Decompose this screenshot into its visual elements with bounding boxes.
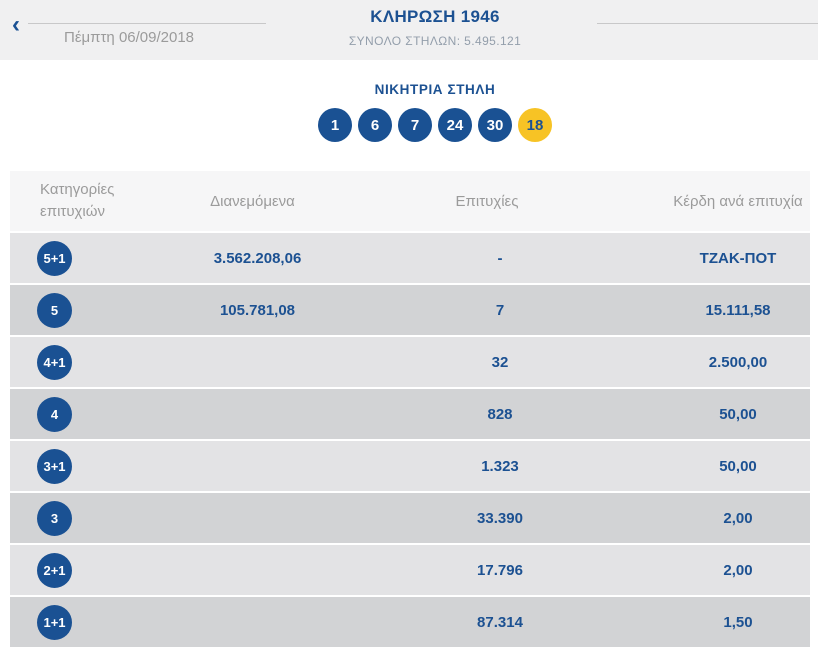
wins-value: - bbox=[497, 249, 503, 267]
category-badge-cell: 3+1 bbox=[10, 448, 105, 484]
category-badge: 1+1 bbox=[37, 604, 72, 640]
winning-numbers: 1 6 7 24 30 18 bbox=[52, 108, 818, 142]
joker-number-ball: 18 bbox=[518, 108, 552, 142]
wins-value: 17.796 bbox=[477, 561, 523, 579]
total-columns-label: ΣΥΝΟΛΟ ΣΤΗΛΩΝ: 5.495.121 bbox=[348, 34, 522, 48]
table-row: 2+1 17.796 2,00 bbox=[10, 545, 810, 595]
winnings-value: 1,50 bbox=[723, 613, 753, 631]
distributed-value: 105.781,08 bbox=[219, 301, 296, 319]
results-rows: 5+1 3.562.208,06 - ΤΖΑΚ-ΠΟΤ 5 105.781,08… bbox=[10, 233, 810, 647]
category-badge-cell: 3 bbox=[10, 500, 105, 536]
category-badge: 5 bbox=[37, 292, 72, 328]
wins-value: 1.323 bbox=[481, 457, 519, 475]
category-badge-cell: 2+1 bbox=[10, 552, 105, 588]
category-badge: 3+1 bbox=[37, 448, 72, 484]
back-chevron-icon[interactable]: ‹ bbox=[12, 13, 20, 37]
table-row: 4 828 50,00 bbox=[10, 389, 810, 439]
wins-value: 87.314 bbox=[477, 613, 523, 631]
table-row: 3+1 1.323 50,00 bbox=[10, 441, 810, 491]
table-row: 3 33.390 2,00 bbox=[10, 493, 810, 543]
category-badge-cell: 4 bbox=[10, 396, 105, 432]
table-row: 1+1 87.314 1,50 bbox=[10, 597, 810, 647]
number-ball: 24 bbox=[438, 108, 472, 142]
wins-value: 7 bbox=[495, 301, 505, 319]
winnings-value: 50,00 bbox=[719, 405, 757, 423]
table-row: 4+1 32 2.500,00 bbox=[10, 337, 810, 387]
category-badge: 2+1 bbox=[37, 552, 72, 588]
column-header-winnings-per-win: Κέρδη ανά επιτυχία bbox=[673, 192, 803, 210]
wins-value: 32 bbox=[491, 353, 509, 371]
category-badge: 4+1 bbox=[37, 344, 72, 380]
winnings-value: 2,00 bbox=[723, 509, 753, 527]
category-badge-cell: 5+1 bbox=[10, 240, 105, 276]
draw-header: ‹ Πέμπτη 06/09/2018 ΚΛΗΡΩΣΗ 1946 ΣΥΝΟΛΟ … bbox=[0, 0, 818, 60]
winnings-value: 15.111,58 bbox=[705, 301, 771, 319]
page-title: ΚΛΗΡΩΣΗ 1946 bbox=[370, 7, 500, 26]
results-table: Κατηγορίες επιτυχιών Διανεμόμενα Επιτυχί… bbox=[10, 171, 810, 647]
results-table-header: Κατηγορίες επιτυχιών Διανεμόμενα Επιτυχί… bbox=[10, 171, 810, 231]
category-badge: 3 bbox=[37, 500, 72, 536]
number-ball: 6 bbox=[358, 108, 392, 142]
column-header-wins: Επιτυχίες bbox=[455, 192, 519, 210]
category-badge-cell: 5 bbox=[10, 292, 105, 328]
distributed-value: 3.562.208,06 bbox=[213, 249, 302, 267]
number-ball: 1 bbox=[318, 108, 352, 142]
column-header-categories: Κατηγορίες επιτυχιών bbox=[40, 181, 115, 220]
winnings-value: ΤΖΑΚ-ΠΟΤ bbox=[699, 249, 777, 267]
winnings-value: 2.500,00 bbox=[708, 353, 768, 371]
winning-column-section: ΝΙΚΗΤΡΙΑ ΣΤΗΛΗ 1 6 7 24 30 18 bbox=[0, 60, 818, 142]
category-badge: 4 bbox=[37, 396, 72, 432]
draw-title-block: ΚΛΗΡΩΣΗ 1946 ΣΥΝΟΛΟ ΣΤΗΛΩΝ: 5.495.121 bbox=[52, 7, 818, 48]
table-row: 5 105.781,08 7 15.111,58 bbox=[10, 285, 810, 335]
column-header-distributed: Διανεμόμενα bbox=[210, 192, 295, 210]
winnings-value: 2,00 bbox=[723, 561, 753, 579]
category-badge: 5+1 bbox=[37, 240, 72, 276]
number-ball: 7 bbox=[398, 108, 432, 142]
number-ball: 30 bbox=[478, 108, 512, 142]
table-row: 5+1 3.562.208,06 - ΤΖΑΚ-ΠΟΤ bbox=[10, 233, 810, 283]
category-badge-cell: 4+1 bbox=[10, 344, 105, 380]
wins-value: 828 bbox=[487, 405, 513, 423]
category-badge-cell: 1+1 bbox=[10, 604, 105, 640]
wins-value: 33.390 bbox=[477, 509, 523, 527]
winnings-value: 50,00 bbox=[719, 457, 757, 475]
winning-column-title: ΝΙΚΗΤΡΙΑ ΣΤΗΛΗ bbox=[374, 82, 496, 97]
